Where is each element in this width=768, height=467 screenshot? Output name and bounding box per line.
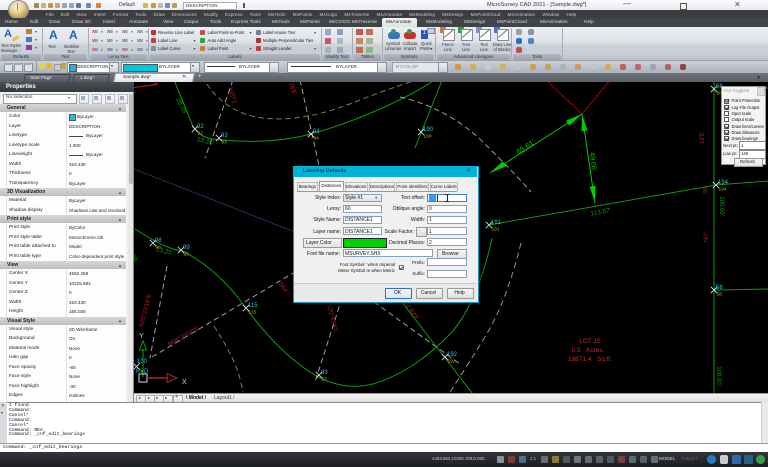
svg-text:13.25': 13.25' xyxy=(196,136,215,147)
svg-text:94: 94 xyxy=(313,129,320,135)
svg-text:93: 93 xyxy=(322,377,328,383)
svg-text:93: 93 xyxy=(222,140,228,146)
svg-text:113.87': 113.87' xyxy=(590,207,612,217)
svg-text:100.00': 100.00' xyxy=(718,196,724,216)
svg-text:00': 00' xyxy=(703,186,709,193)
svg-text:49.06': 49.06' xyxy=(588,152,597,172)
svg-text:X: X xyxy=(182,379,187,386)
svg-text:99: 99 xyxy=(183,245,190,251)
svg-text:92: 92 xyxy=(197,124,204,130)
svg-text:98: 98 xyxy=(156,245,162,251)
svg-text:19'E: 19'E xyxy=(700,132,706,144)
svg-text:194: 194 xyxy=(718,180,729,186)
svg-text:194: 194 xyxy=(719,187,727,193)
svg-text:02'43"E: 02'43"E xyxy=(402,301,419,321)
svg-text:S64°: S64° xyxy=(277,281,290,296)
svg-text:115: 115 xyxy=(249,310,257,316)
svg-text:Y: Y xyxy=(139,333,144,340)
svg-text:19871.4 Sq.ft.: 19871.4 Sq.ft. xyxy=(568,356,612,363)
svg-text:92: 92 xyxy=(198,131,204,137)
svg-text:LOT 15: LOT 15 xyxy=(579,338,601,345)
svg-text:26'E: 26'E xyxy=(287,82,297,95)
svg-text:93: 93 xyxy=(221,133,228,139)
svg-text:N0°: N0° xyxy=(704,231,710,242)
svg-text:0.5 Acres.: 0.5 Acres. xyxy=(572,347,605,354)
svg-text:94: 94 xyxy=(314,136,320,142)
svg-text:190: 190 xyxy=(423,127,434,133)
svg-text:115: 115 xyxy=(248,303,258,309)
svg-text:191: 191 xyxy=(492,227,500,233)
svg-text:98: 98 xyxy=(155,238,162,244)
svg-text:58: 58 xyxy=(716,285,723,291)
svg-text:N20°23'18"E: N20°23'18"E xyxy=(139,294,154,328)
svg-text:28.28': 28.28' xyxy=(174,97,188,116)
svg-text:65.61': 65.61' xyxy=(515,137,537,156)
svg-text:N20°2: N20°2 xyxy=(227,87,238,105)
svg-text:28: 28 xyxy=(134,254,138,264)
svg-text:99: 99 xyxy=(184,252,190,258)
svg-text:192: 192 xyxy=(448,359,456,365)
svg-text:58: 58 xyxy=(717,292,723,298)
svg-text:S20°43'41": S20°43'41" xyxy=(325,304,338,334)
svg-text:R●D: R●D xyxy=(136,369,149,375)
svg-text:N64°20'02"E: N64°20'02"E xyxy=(167,326,200,347)
svg-text:190: 190 xyxy=(424,134,432,140)
svg-text:191: 191 xyxy=(491,220,502,226)
svg-text:100.00': 100.00' xyxy=(715,366,721,386)
svg-text:192: 192 xyxy=(447,352,458,358)
svg-text:93: 93 xyxy=(321,370,328,376)
